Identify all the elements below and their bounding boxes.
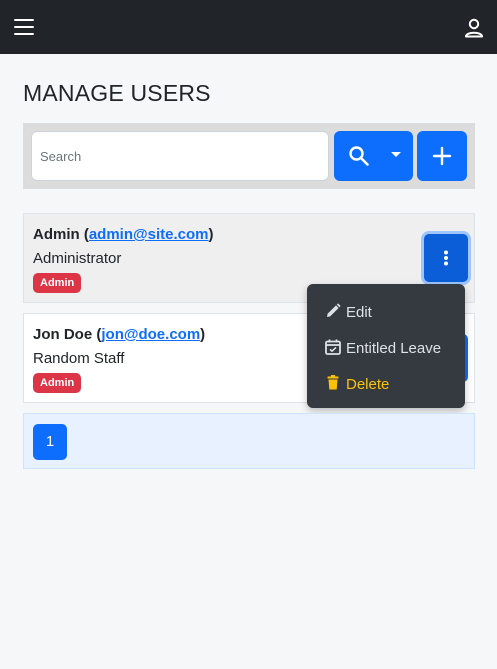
pagination: 1: [23, 413, 475, 469]
search-button[interactable]: [334, 131, 413, 181]
trash-icon: [327, 375, 339, 390]
search-input[interactable]: [31, 131, 329, 181]
role-badge: Admin: [33, 373, 82, 393]
page-title: MANAGE USERS: [23, 80, 211, 106]
user-name-line: Jon Doe (jon@doe.com): [33, 326, 206, 343]
kebab-menu-icon: [444, 250, 448, 266]
role-badge: Admin: [33, 273, 82, 293]
search-icon: [349, 146, 369, 166]
user-email-link[interactable]: jon@doe.com: [101, 326, 200, 343]
dropdown-item-edit[interactable]: Edit: [307, 295, 465, 329]
chevron-down-icon: [391, 152, 401, 157]
user-name: Jon Doe: [33, 326, 93, 343]
user-role: Administrator: [33, 250, 122, 267]
user-email-link[interactable]: admin@site.com: [89, 226, 209, 243]
user-account-icon[interactable]: [463, 17, 485, 39]
calendar-check-icon: [325, 339, 341, 355]
top-navbar: [0, 0, 497, 54]
pencil-icon: [327, 303, 341, 317]
page-button[interactable]: 1: [33, 424, 67, 460]
add-user-button[interactable]: [417, 131, 467, 181]
user-name: Admin: [33, 226, 80, 243]
user-actions-dropdown: Edit Entitled Leave Delete: [307, 284, 465, 408]
dropdown-item-label: Delete: [346, 376, 390, 393]
hamburger-menu-icon[interactable]: [14, 19, 34, 35]
user-role: Random Staff: [33, 350, 125, 367]
plus-icon: [432, 146, 452, 166]
user-name-line: Admin (admin@site.com): [33, 226, 214, 243]
dropdown-item-entitled-leave[interactable]: Entitled Leave: [307, 331, 465, 365]
dropdown-item-label: Entitled Leave: [346, 340, 442, 357]
search-toolbar: [23, 123, 475, 189]
user-actions-button[interactable]: [424, 234, 468, 282]
dropdown-item-delete[interactable]: Delete: [307, 367, 465, 401]
dropdown-item-label: Edit: [346, 304, 372, 321]
